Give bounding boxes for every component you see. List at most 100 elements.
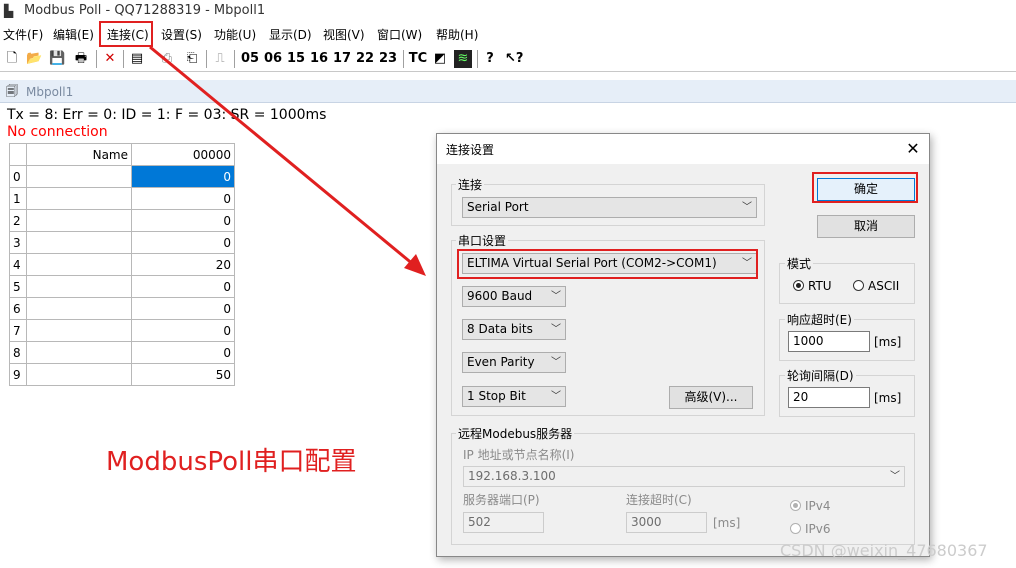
menu-highlight-box bbox=[99, 21, 153, 47]
menu-edit[interactable]: 编辑(E) bbox=[53, 27, 94, 43]
header-address[interactable]: 00000 bbox=[131, 143, 235, 166]
mode-ascii-radio[interactable] bbox=[853, 280, 864, 291]
connect-timeout-unit: [ms] bbox=[713, 516, 741, 530]
connection-type-select[interactable]: Serial Port ﹀ bbox=[462, 197, 757, 218]
data-grid: Name 00000 0 0 1 0 2 0 3 0 4 20 5 0 6 0 7 0 8 0 9 50 bbox=[9, 143, 235, 386]
pulse-icon[interactable]: ⎍ bbox=[211, 50, 229, 68]
poll-interval-label: 轮询间隔(D) bbox=[785, 369, 856, 383]
value-cell[interactable]: 0 bbox=[131, 341, 235, 364]
value-cell[interactable]: 0 bbox=[131, 297, 235, 320]
row-index: 4 bbox=[9, 253, 27, 276]
value-cell[interactable]: 50 bbox=[131, 363, 235, 386]
stop-bit-select[interactable]: 1 Stop Bit ﹀ bbox=[462, 386, 566, 407]
ipv6-radio[interactable] bbox=[790, 523, 801, 534]
context-help-icon[interactable]: ↖? bbox=[505, 50, 523, 68]
value-cell[interactable]: 0 bbox=[131, 165, 235, 188]
value-cell[interactable]: 0 bbox=[131, 231, 235, 254]
toolbar: 🗋 📂 💾 🖶 ✕ ▤ ⎙ ⎗ ⎍ 05 06 15 16 17 22 23 T… bbox=[0, 47, 1016, 72]
help-icon[interactable]: ? bbox=[482, 50, 498, 68]
mode-rtu-radio[interactable] bbox=[793, 280, 804, 291]
connect-timeout-input[interactable]: 3000 bbox=[626, 512, 707, 533]
server-port-input[interactable]: 502 bbox=[463, 512, 544, 533]
close-icon[interactable]: ✕ bbox=[903, 139, 923, 159]
fc-15-button[interactable]: 15 bbox=[286, 50, 306, 68]
print-preview-icon[interactable]: ⎗ bbox=[183, 50, 201, 68]
parity-select[interactable]: Even Parity ﹀ bbox=[462, 352, 566, 373]
fc-23-button[interactable]: 23 bbox=[378, 50, 398, 68]
menu-view[interactable]: 视图(V) bbox=[323, 27, 365, 43]
fc-05-button[interactable]: 05 bbox=[240, 50, 260, 68]
chevron-down-icon: ﹀ bbox=[551, 357, 561, 368]
table-row: 9 50 bbox=[9, 363, 235, 386]
connect-timeout-label: 连接超时(C) bbox=[626, 493, 692, 507]
toolbar-separator bbox=[123, 50, 124, 68]
name-cell[interactable] bbox=[26, 209, 132, 232]
ip-address-select[interactable]: 192.168.3.100 ﹀ bbox=[463, 466, 905, 487]
data-bits-select[interactable]: 8 Data bits ﹀ bbox=[462, 319, 566, 340]
name-cell[interactable] bbox=[26, 275, 132, 298]
poll-interval-input[interactable]: 20 bbox=[788, 387, 870, 408]
fc-16-button[interactable]: 16 bbox=[309, 50, 329, 68]
name-cell[interactable] bbox=[26, 165, 132, 188]
value-cell[interactable]: 0 bbox=[131, 275, 235, 298]
name-cell[interactable] bbox=[26, 297, 132, 320]
menu-functions[interactable]: 功能(U) bbox=[214, 27, 256, 43]
save-icon[interactable]: 💾 bbox=[49, 50, 65, 68]
header-name[interactable]: Name bbox=[26, 143, 132, 166]
row-index: 6 bbox=[9, 297, 27, 320]
menu-setup[interactable]: 设置(S) bbox=[161, 27, 202, 43]
serial-group-label: 串口设置 bbox=[456, 234, 509, 248]
row-index: 1 bbox=[9, 187, 27, 210]
title-bar: ▙ Modbus Poll - QQ71288319 - Mbpoll1 bbox=[0, 0, 1016, 22]
menu-help[interactable]: 帮助(H) bbox=[436, 27, 478, 43]
ipv4-radio[interactable] bbox=[790, 500, 801, 511]
window-title: Modbus Poll - QQ71288319 - Mbpoll1 bbox=[24, 3, 266, 18]
response-timeout-input[interactable]: 1000 bbox=[788, 331, 870, 352]
menu-window[interactable]: 窗口(W) bbox=[377, 27, 422, 43]
dialog-titlebar: 连接设置 ✕ bbox=[437, 134, 929, 164]
connection-setup-dialog: 连接设置 ✕ 连接 Serial Port ﹀ 串口设置 ELTIMA Virt… bbox=[436, 133, 930, 557]
ip-address-value: 192.168.3.100 bbox=[468, 469, 556, 483]
name-cell[interactable] bbox=[26, 341, 132, 364]
window-icon[interactable]: ▤ bbox=[129, 50, 145, 68]
port-highlight-box bbox=[457, 249, 758, 279]
name-cell[interactable] bbox=[26, 231, 132, 254]
name-cell[interactable] bbox=[26, 319, 132, 342]
open-icon[interactable]: 📂 bbox=[26, 50, 42, 68]
child-window-titlebar[interactable]: 🗐 Mbpoll1 bbox=[0, 80, 1016, 103]
advanced-button[interactable]: 高级(V)... bbox=[669, 386, 753, 409]
chevron-down-icon: ﹀ bbox=[551, 391, 561, 402]
name-cell[interactable] bbox=[26, 253, 132, 276]
chart-icon[interactable]: ◩ bbox=[431, 50, 449, 68]
name-cell[interactable] bbox=[26, 187, 132, 210]
modbus-app-icon: ▙ bbox=[4, 4, 14, 18]
toolbar-separator bbox=[234, 50, 235, 68]
tc-button[interactable]: TC bbox=[408, 50, 428, 68]
ipv4-label: IPv4 bbox=[805, 499, 831, 513]
baud-rate-select[interactable]: 9600 Baud ﹀ bbox=[462, 286, 566, 307]
ok-highlight-box bbox=[812, 172, 918, 203]
read-icon[interactable]: ⎙ bbox=[158, 50, 176, 68]
connection-type-value: Serial Port bbox=[467, 200, 529, 214]
name-cell[interactable] bbox=[26, 363, 132, 386]
value-cell[interactable]: 0 bbox=[131, 187, 235, 210]
fc-17-button[interactable]: 17 bbox=[332, 50, 352, 68]
value-cell[interactable]: 0 bbox=[131, 319, 235, 342]
toolbar-separator bbox=[96, 50, 97, 68]
connection-group-label: 连接 bbox=[456, 178, 485, 192]
print-icon[interactable]: 🖶 bbox=[72, 50, 90, 68]
fc-06-button[interactable]: 06 bbox=[263, 50, 283, 68]
row-index: 2 bbox=[9, 209, 27, 232]
value-cell[interactable]: 0 bbox=[131, 209, 235, 232]
cancel-button[interactable]: 取消 bbox=[817, 215, 915, 238]
menu-display[interactable]: 显示(D) bbox=[269, 27, 312, 43]
fc-22-button[interactable]: 22 bbox=[355, 50, 375, 68]
parity-value: Even Parity bbox=[467, 355, 535, 369]
table-row: 50 bbox=[9, 275, 235, 298]
value-cell[interactable]: 20 bbox=[131, 253, 235, 276]
monitor-icon[interactable]: ≋ bbox=[454, 50, 472, 68]
new-icon[interactable]: 🗋 bbox=[4, 50, 20, 68]
status-line: Tx = 8: Err = 0: ID = 1: F = 03: SR = 10… bbox=[7, 107, 327, 123]
menu-file[interactable]: 文件(F) bbox=[3, 27, 43, 43]
disconnect-icon[interactable]: ✕ bbox=[102, 50, 118, 68]
